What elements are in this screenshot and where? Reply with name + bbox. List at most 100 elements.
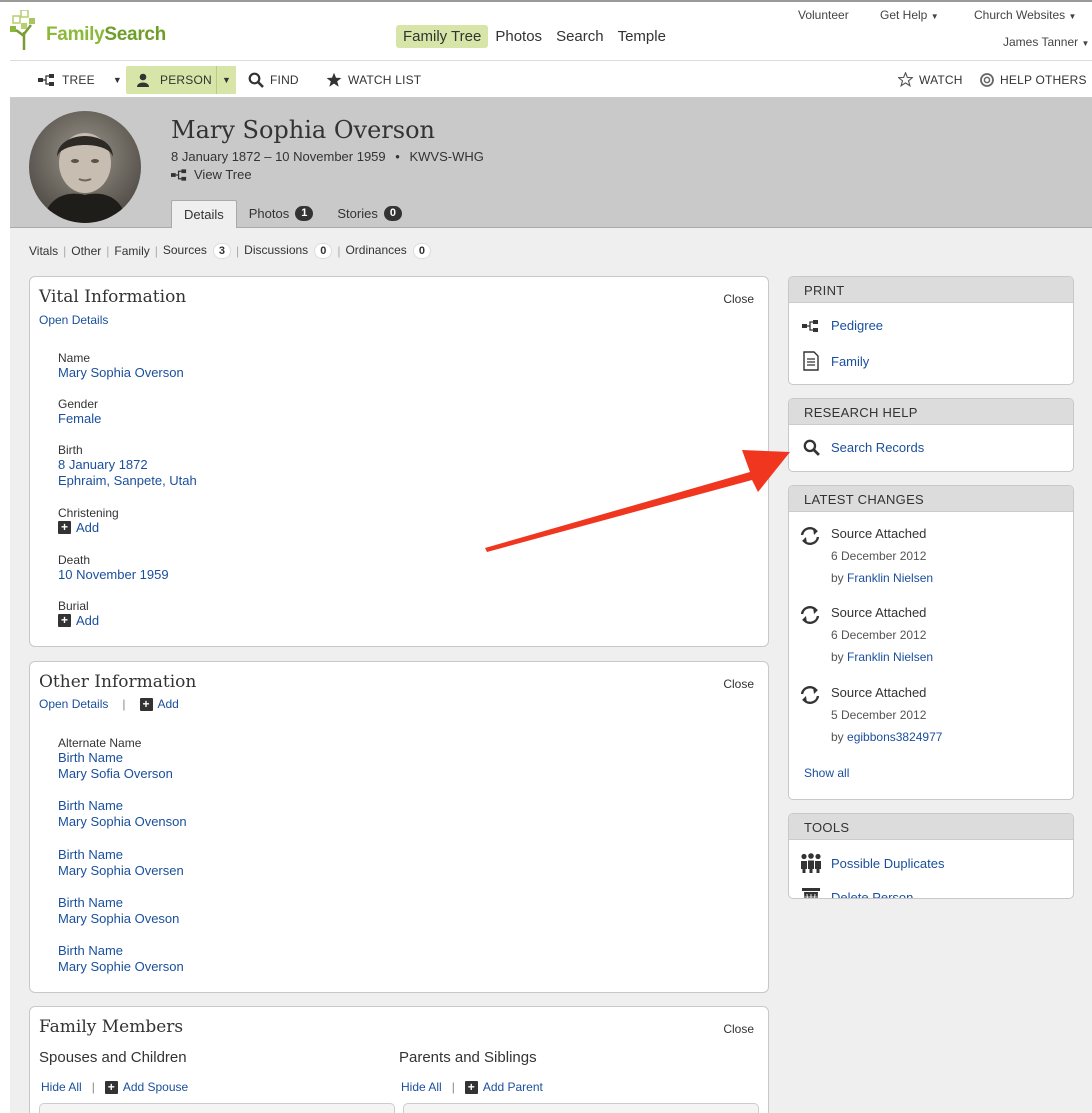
top-header: FamilySearch Family Tree Photos Search T… xyxy=(0,0,1092,60)
research-help-header: RESEARCH HELP xyxy=(789,399,1073,425)
tools-header: TOOLS xyxy=(789,814,1073,840)
dropdown-arrow-icon: ▼ xyxy=(930,12,939,21)
contributor-link[interactable]: Franklin Nielsen xyxy=(847,650,933,664)
alternate-name-label: Alternate Name xyxy=(58,736,142,750)
change-date: 6 December 2012 xyxy=(831,549,927,563)
birth-date[interactable]: 8 January 1872 xyxy=(58,457,197,473)
separator: | xyxy=(91,1080,95,1094)
add-other-button[interactable]: + Add xyxy=(139,697,179,711)
subnav-ordinances[interactable]: Ordinances 0 xyxy=(345,243,431,259)
separator: | xyxy=(106,244,110,258)
close-other-button[interactable]: Close xyxy=(723,677,754,691)
people-group-icon xyxy=(799,853,823,873)
name-value[interactable]: Mary Sophia Oversen xyxy=(58,863,184,879)
view-tree-label: View Tree xyxy=(194,167,252,182)
tab-details[interactable]: Details xyxy=(171,200,237,228)
name-value[interactable]: Mary Sophia Overson xyxy=(58,365,184,381)
nav-temple[interactable]: Temple xyxy=(611,25,673,48)
person-lifespan: 8 January 1872 – 10 November 1959 • KWVS… xyxy=(171,149,484,164)
birth-place[interactable]: Ephraim, Sanpete, Utah xyxy=(58,473,197,489)
person-icon xyxy=(137,73,149,87)
get-help-menu[interactable]: Get Help ▼ xyxy=(880,8,939,22)
help-others-button[interactable]: HELP OTHERS xyxy=(980,61,1087,98)
find-button[interactable]: FIND xyxy=(248,61,299,98)
add-spouse-button[interactable]: + Add Spouse xyxy=(104,1080,188,1094)
tools-panel: TOOLS Possible Duplicates Delete Person xyxy=(788,813,1074,899)
watch-list-label: WATCH LIST xyxy=(348,72,422,87)
delete-person-label: Delete Person xyxy=(831,889,914,899)
add-christening-button[interactable]: + Add xyxy=(58,520,119,535)
get-help-label: Get Help xyxy=(880,8,928,22)
tab-photos[interactable]: Photos 1 xyxy=(237,200,326,228)
watch-list-button[interactable]: WATCH LIST xyxy=(326,61,421,98)
print-family-link[interactable]: Family xyxy=(799,351,869,371)
alternate-name-field: Birth Name Mary Sophie Overson xyxy=(58,943,184,975)
search-records-link[interactable]: Search Records xyxy=(799,439,924,456)
name-value[interactable]: Mary Sophia Ovenson xyxy=(58,814,187,830)
volunteer-link[interactable]: Volunteer xyxy=(798,8,849,22)
open-details-link[interactable]: Open Details xyxy=(39,697,108,711)
gender-label: Gender xyxy=(58,397,99,411)
gender-value[interactable]: Female xyxy=(58,411,101,427)
user-menu[interactable]: James Tanner ▼ xyxy=(1003,35,1089,49)
familysearch-logo[interactable]: FamilySearch xyxy=(10,10,170,50)
name-type[interactable]: Birth Name xyxy=(58,750,173,766)
contributor-link[interactable]: Franklin Nielsen xyxy=(847,571,933,585)
death-field: Death 10 November 1959 xyxy=(58,553,169,583)
subnav-sources[interactable]: Sources 3 xyxy=(163,243,232,259)
plus-icon: + xyxy=(139,697,153,711)
subnav-discussions[interactable]: Discussions 0 xyxy=(244,243,333,259)
person-dropdown-button[interactable]: ▼ xyxy=(216,66,236,94)
tab-stories[interactable]: Stories 0 xyxy=(325,200,414,228)
print-panel: PRINT Pedigree Family xyxy=(788,276,1074,385)
name-value[interactable]: Mary Sophia Oveson xyxy=(58,911,179,927)
name-value[interactable]: Mary Sophie Overson xyxy=(58,959,184,975)
main-navigation: Family Tree Photos Search Temple xyxy=(396,25,673,48)
change-date: 5 December 2012 xyxy=(831,708,927,722)
change-author: by egibbons3824977 xyxy=(831,730,942,744)
star-filled-icon xyxy=(326,72,342,87)
close-family-button[interactable]: Close xyxy=(723,1022,754,1036)
person-tabs: Details Photos 1 Stories 0 xyxy=(171,200,414,228)
tree-label: TREE xyxy=(62,72,95,87)
watch-button[interactable]: WATCH xyxy=(898,61,963,98)
view-tree-link[interactable]: View Tree xyxy=(171,167,252,182)
show-all-link[interactable]: Show all xyxy=(804,766,849,780)
close-vital-button[interactable]: Close xyxy=(723,292,754,306)
delete-person-link[interactable]: Delete Person xyxy=(799,887,914,899)
bullet-separator: • xyxy=(395,149,400,164)
dropdown-arrow-icon: ▼ xyxy=(1081,39,1090,48)
name-type[interactable]: Birth Name xyxy=(58,943,184,959)
stories-count-badge: 0 xyxy=(383,206,402,221)
name-type[interactable]: Birth Name xyxy=(58,847,184,863)
gender-field: Gender Female xyxy=(58,397,101,427)
person-header: Mary Sophia Overson 8 January 1872 – 10 … xyxy=(10,98,1092,228)
person-button[interactable]: PERSON xyxy=(126,66,220,94)
church-websites-menu[interactable]: Church Websites ▼ xyxy=(974,8,1076,22)
ordinances-count-badge: 0 xyxy=(412,243,431,259)
death-date[interactable]: 10 November 1959 xyxy=(58,567,169,583)
change-author: by Franklin Nielsen xyxy=(831,571,933,585)
print-pedigree-link[interactable]: Pedigree xyxy=(799,318,883,333)
nav-photos[interactable]: Photos xyxy=(488,25,549,48)
subnav-family[interactable]: Family xyxy=(114,244,149,258)
hide-all-parents-link[interactable]: Hide All xyxy=(401,1080,442,1094)
subnav-vitals[interactable]: Vitals xyxy=(29,244,58,258)
name-type[interactable]: Birth Name xyxy=(58,895,179,911)
person-portrait[interactable] xyxy=(29,111,141,223)
tree-button[interactable]: TREE ▼ xyxy=(38,61,122,98)
nav-family-tree[interactable]: Family Tree xyxy=(396,25,489,48)
name-type[interactable]: Birth Name xyxy=(58,798,187,814)
open-details-link[interactable]: Open Details xyxy=(39,313,108,327)
add-burial-button[interactable]: + Add xyxy=(58,613,99,628)
add-parent-button[interactable]: + Add Parent xyxy=(464,1080,543,1094)
possible-duplicates-link[interactable]: Possible Duplicates xyxy=(799,853,944,873)
contributor-link[interactable]: egibbons3824977 xyxy=(847,730,942,744)
spouses-children-title: Spouses and Children xyxy=(39,1049,187,1066)
dropdown-arrow-icon: ▼ xyxy=(221,75,232,85)
nav-search[interactable]: Search xyxy=(549,25,611,48)
subnav-other[interactable]: Other xyxy=(71,244,101,258)
separator: | xyxy=(236,244,240,258)
name-value[interactable]: Mary Sofia Overson xyxy=(58,766,173,782)
hide-all-spouses-link[interactable]: Hide All xyxy=(41,1080,82,1094)
